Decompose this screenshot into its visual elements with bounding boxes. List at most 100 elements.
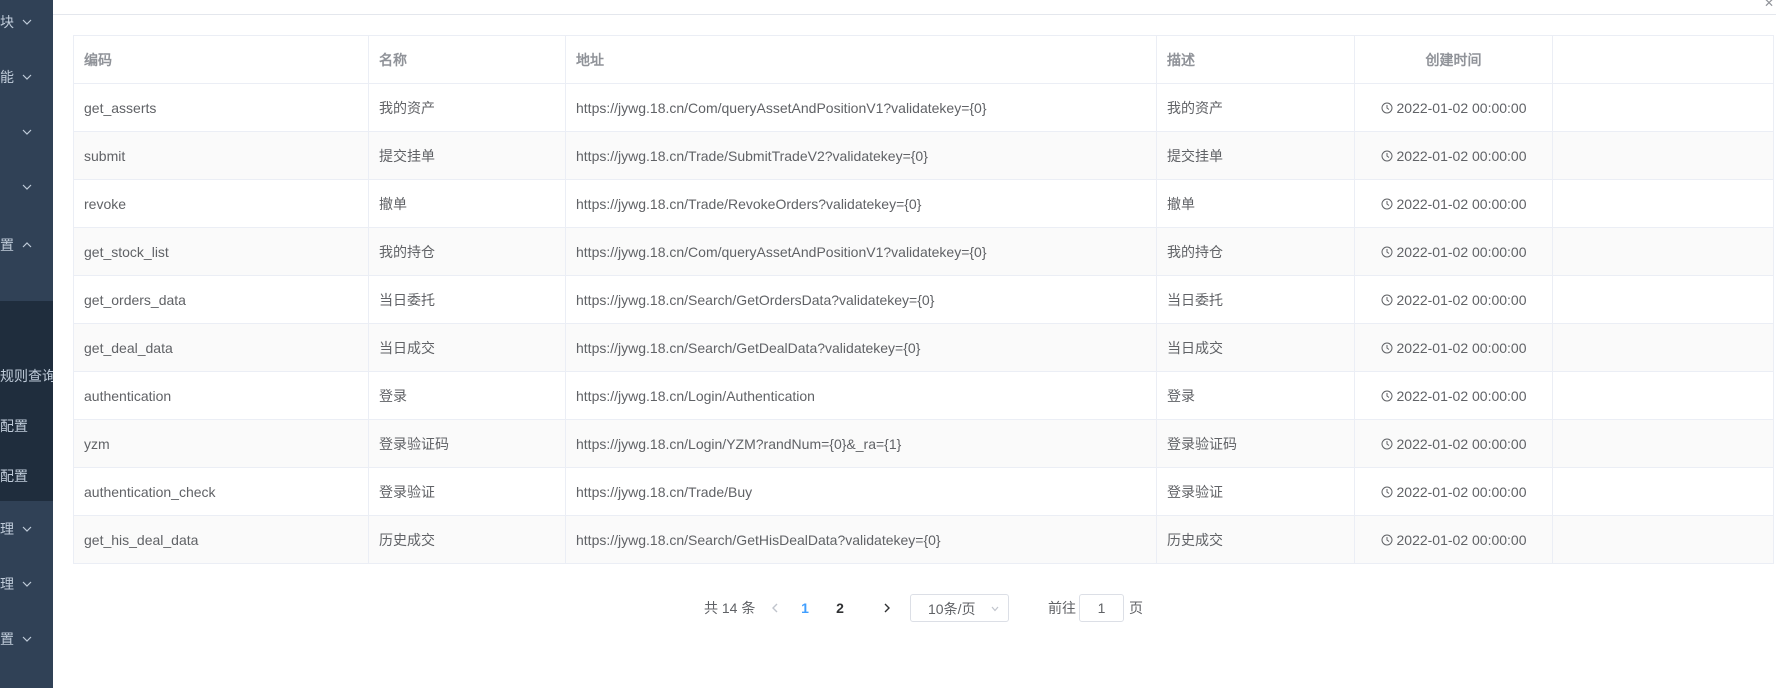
cell-description: 当日成交	[1156, 323, 1355, 372]
cell-created-time: 2022-01-02 00:00:00	[1354, 83, 1553, 132]
cell-empty	[1552, 227, 1774, 276]
table-row[interactable]: revoke 撤单 https://jywg.18.cn/Trade/RevokeO…	[73, 179, 1774, 228]
sidebar-item-label: 块	[0, 14, 14, 30]
submenu-item-label: 配置	[0, 418, 28, 434]
cell-address: https://jywg.18.cn/Trade/RevokeOrders?va…	[565, 179, 1157, 228]
page-number-2[interactable]: 2	[826, 594, 854, 622]
chevron-down-icon	[991, 606, 999, 612]
cell-empty	[1552, 467, 1774, 516]
sidebar-item[interactable]: 块	[0, 0, 53, 50]
cell-code: get_deal_data	[73, 323, 369, 372]
submenu-item[interactable]: 配置	[0, 451, 53, 501]
sidebar-item[interactable]	[0, 104, 53, 160]
cell-description: 撤单	[1156, 179, 1355, 228]
cell-description: 提交挂单	[1156, 131, 1355, 180]
pagination-total: 共 14 条	[704, 600, 756, 616]
submenu-item[interactable]: 配置	[0, 401, 53, 451]
page-number-1[interactable]: 1	[791, 594, 819, 622]
cell-created-time: 2022-01-02 00:00:00	[1354, 275, 1553, 324]
cell-empty	[1552, 371, 1774, 420]
cell-name: 当日委托	[368, 275, 566, 324]
table-row[interactable]: yzm 登录验证码 https://jywg.18.cn/Login/YZM?ran…	[73, 419, 1774, 468]
table-row[interactable]: get_orders_data 当日委托 https://jywg.18.cn/Se…	[73, 275, 1774, 324]
header-divider	[53, 14, 1776, 15]
created-time-text: 2022-01-02 00:00:00	[1396, 291, 1527, 308]
sidebar: 块能置规则查询 配置 配置理理置	[0, 0, 53, 688]
table-row[interactable]: get_asserts 我的资产 https://jywg.18.cn/Com/qu…	[73, 83, 1774, 132]
sidebar-item[interactable]: 理	[0, 501, 53, 557]
sidebar-item[interactable]	[0, 159, 53, 215]
cell-created-time: 2022-01-02 00:00:00	[1354, 419, 1553, 468]
created-time-text: 2022-01-02 00:00:00	[1396, 531, 1527, 548]
column-header-address[interactable]: 地址	[565, 35, 1157, 84]
sidebar-item-label: 置	[0, 631, 14, 647]
column-header-description[interactable]: 描述	[1156, 35, 1355, 84]
table-row[interactable]: get_deal_data 当日成交 https://jywg.18.cn/Sear…	[73, 323, 1774, 372]
table-row[interactable]: authentication 登录 https://jywg.18.cn/Login…	[73, 371, 1774, 420]
submenu-item[interactable]: 规则查询	[0, 351, 53, 401]
goto-page-input[interactable]	[1079, 594, 1124, 622]
chevron-up-icon	[22, 242, 32, 248]
cell-address: https://jywg.18.cn/Search/GetHisDealData…	[565, 515, 1157, 564]
sidebar-item-label: 置	[0, 237, 14, 253]
table-row[interactable]: authentication_check 登录验证 https://jywg.18.…	[73, 467, 1774, 516]
cell-address: https://jywg.18.cn/Search/GetOrdersData?…	[565, 275, 1157, 324]
clock-icon	[1381, 390, 1392, 401]
clock-icon	[1381, 102, 1392, 113]
pagination: 共 14 条 1 2 10条/页 前往 页	[0, 594, 1776, 622]
created-time-text: 2022-01-02 00:00:00	[1396, 387, 1527, 404]
cell-code: get_stock_list	[73, 227, 369, 276]
next-page-button[interactable]	[882, 594, 896, 622]
cell-name: 历史成交	[368, 515, 566, 564]
clock-icon	[1381, 294, 1392, 305]
cell-created-time: 2022-01-02 00:00:00	[1354, 179, 1553, 228]
clock-icon	[1381, 438, 1392, 449]
cell-name: 登录验证	[368, 467, 566, 516]
clock-icon	[1381, 342, 1392, 353]
clock-icon	[1381, 486, 1392, 497]
cell-name: 我的资产	[368, 83, 566, 132]
cell-address: https://jywg.18.cn/Login/Authentication	[565, 371, 1157, 420]
column-header-code[interactable]: 编码	[73, 35, 369, 84]
cell-empty	[1552, 179, 1774, 228]
cell-code: yzm	[73, 419, 369, 468]
table-row[interactable]: submit 提交挂单 https://jywg.18.cn/Trade/Submi…	[73, 131, 1774, 180]
cell-created-time: 2022-01-02 00:00:00	[1354, 467, 1553, 516]
sidebar-item[interactable]: 能	[0, 49, 53, 105]
submenu-item-label: 规则查询	[0, 368, 53, 384]
column-header-name[interactable]: 名称	[368, 35, 566, 84]
cell-address: https://jywg.18.cn/Trade/SubmitTradeV2?v…	[565, 131, 1157, 180]
column-header-created-time[interactable]: 创建时间	[1354, 35, 1553, 84]
close-icon[interactable]: ✕	[1764, 0, 1774, 10]
submenu-item[interactable]	[0, 301, 53, 351]
chevron-right-icon	[884, 603, 890, 613]
cell-description: 登录验证	[1156, 467, 1355, 516]
chevron-down-icon	[22, 184, 32, 190]
page-size-select[interactable]: 10条/页	[910, 594, 1009, 622]
cell-description: 登录验证码	[1156, 419, 1355, 468]
cell-description: 我的持仓	[1156, 227, 1355, 276]
cell-address: https://jywg.18.cn/Search/GetDealData?va…	[565, 323, 1157, 372]
created-time-text: 2022-01-02 00:00:00	[1396, 339, 1527, 356]
table-row[interactable]: get_stock_list 我的持仓 https://jywg.18.cn/Com…	[73, 227, 1774, 276]
cell-name: 提交挂单	[368, 131, 566, 180]
cell-empty	[1552, 131, 1774, 180]
clock-icon	[1381, 534, 1392, 545]
cell-address: https://jywg.18.cn/Com/queryAssetAndPosi…	[565, 83, 1157, 132]
cell-address: https://jywg.18.cn/Com/queryAssetAndPosi…	[565, 227, 1157, 276]
prev-page-button[interactable]	[770, 594, 784, 622]
cell-empty	[1552, 515, 1774, 564]
cell-code: get_his_deal_data	[73, 515, 369, 564]
sidebar-item[interactable]: 置	[0, 217, 53, 273]
table-row[interactable]: get_his_deal_data 历史成交 https://jywg.18.cn/…	[73, 515, 1774, 564]
cell-description: 历史成交	[1156, 515, 1355, 564]
submenu-item-label: 配置	[0, 468, 28, 484]
cell-code: get_asserts	[73, 83, 369, 132]
cell-empty	[1552, 83, 1774, 132]
cell-created-time: 2022-01-02 00:00:00	[1354, 323, 1553, 372]
chevron-down-icon	[22, 19, 32, 25]
cell-description: 当日委托	[1156, 275, 1355, 324]
chevron-down-icon	[22, 129, 32, 135]
cell-code: submit	[73, 131, 369, 180]
table-header-row: 编码 名称 地址 描述 创建时间	[73, 35, 1774, 84]
